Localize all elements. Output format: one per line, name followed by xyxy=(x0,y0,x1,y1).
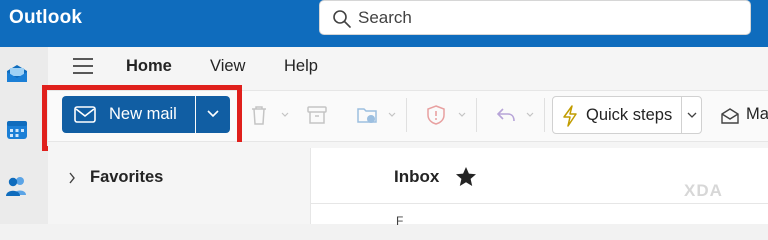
reply-icon[interactable] xyxy=(495,104,517,126)
quick-steps-label: Quick steps xyxy=(586,106,673,124)
quick-steps-button[interactable]: Quick steps xyxy=(552,96,702,134)
tab-help[interactable]: Help xyxy=(284,57,318,76)
watermark-logo: XDA xyxy=(684,181,723,200)
chevron-right-icon[interactable] xyxy=(68,172,76,184)
mail-icon[interactable] xyxy=(5,62,29,86)
mark-read-icon[interactable] xyxy=(720,106,740,126)
header-bar: Outlook Search xyxy=(0,0,768,47)
chevron-down-icon[interactable] xyxy=(687,112,697,119)
list-divider xyxy=(310,203,768,204)
message-row-partial[interactable]: F xyxy=(396,214,403,228)
tab-home[interactable]: Home xyxy=(126,57,172,76)
move-to-folder-icon[interactable] xyxy=(356,104,378,126)
mark-button-label[interactable]: Ma xyxy=(746,105,768,124)
chevron-down-icon[interactable] xyxy=(388,112,396,118)
lightning-icon xyxy=(563,105,577,127)
chevron-down-icon[interactable] xyxy=(526,112,534,118)
folder-pane xyxy=(48,142,310,224)
star-icon[interactable] xyxy=(455,166,477,187)
report-icon[interactable] xyxy=(425,104,447,126)
toolbar-separator xyxy=(476,98,477,132)
archive-icon[interactable] xyxy=(306,104,328,126)
people-icon[interactable] xyxy=(5,174,29,198)
calendar-icon[interactable] xyxy=(5,118,29,142)
quick-steps-divider xyxy=(681,97,682,133)
chevron-down-icon[interactable] xyxy=(281,112,289,118)
hamburger-menu-icon[interactable] xyxy=(72,57,94,75)
search-icon xyxy=(333,10,351,28)
app-title[interactable]: Outlook xyxy=(9,7,82,29)
search-box[interactable]: Search xyxy=(319,0,751,35)
toolbar-separator xyxy=(544,98,545,132)
inbox-title: Inbox xyxy=(394,167,440,186)
favorites-label[interactable]: Favorites xyxy=(90,168,163,187)
delete-icon[interactable] xyxy=(248,104,270,126)
search-placeholder: Search xyxy=(358,8,412,27)
chevron-down-icon[interactable] xyxy=(458,112,466,118)
tab-view[interactable]: View xyxy=(210,57,245,76)
toolbar-separator xyxy=(406,98,407,132)
